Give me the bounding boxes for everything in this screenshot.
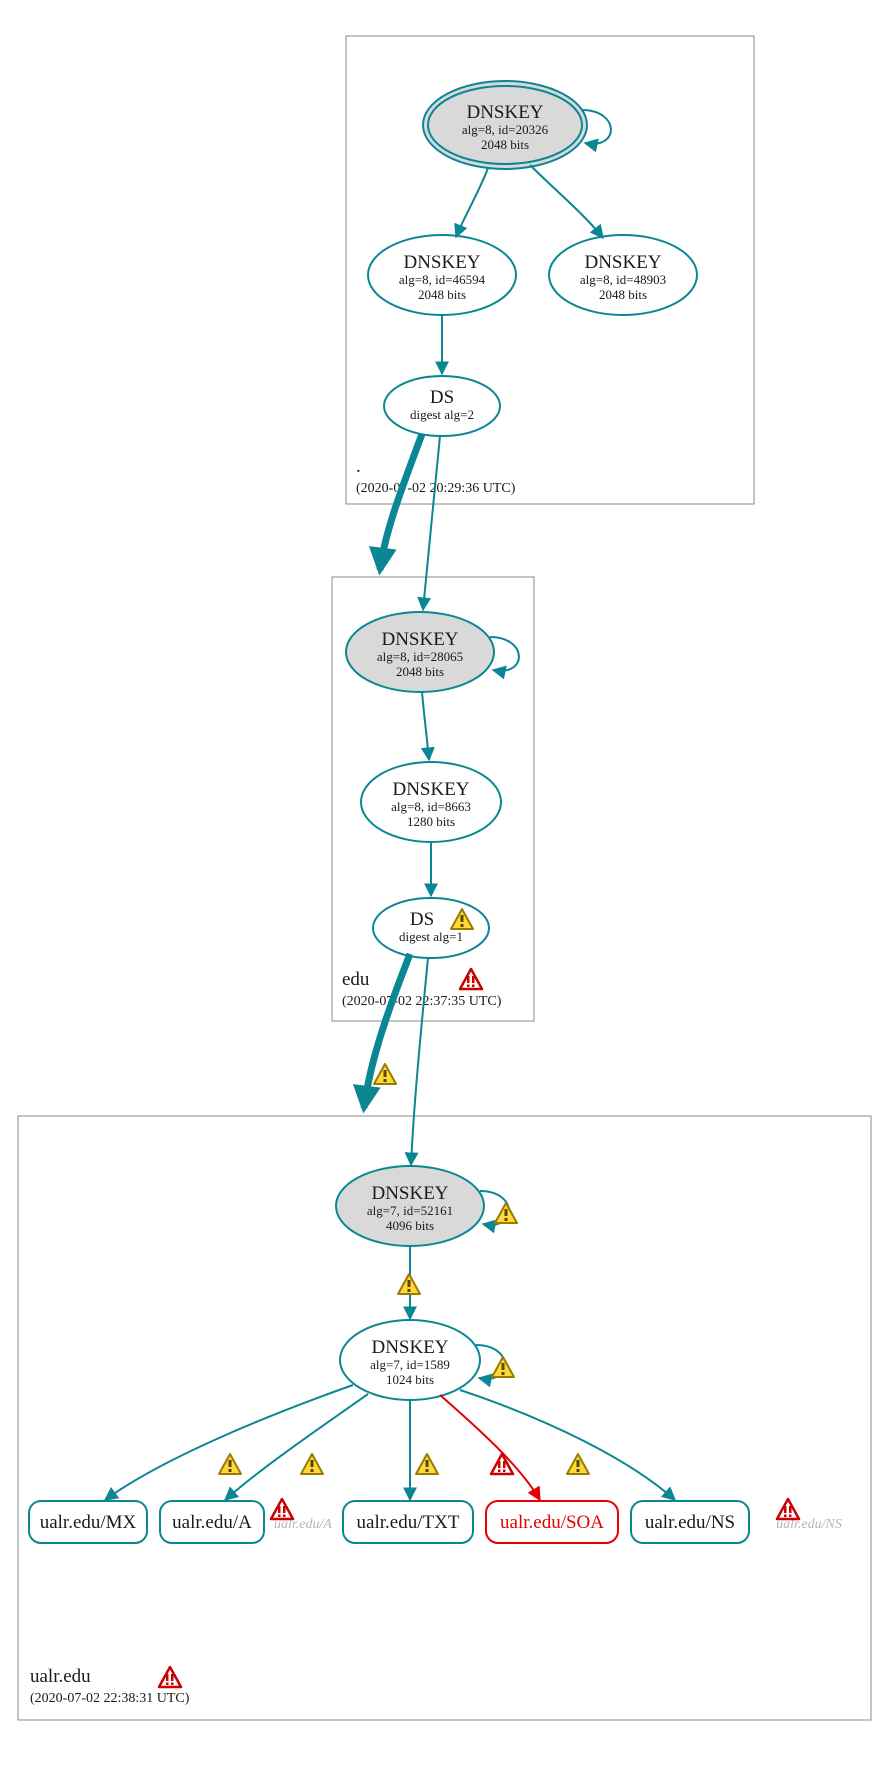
node-line3: 2048 bits (599, 287, 647, 302)
rrset-txt[interactable]: ualr.edu/TXT (343, 1501, 473, 1543)
error-icon (460, 969, 482, 989)
warning-icon (219, 1454, 241, 1474)
rrset-a[interactable]: ualr.edu/A (160, 1501, 264, 1543)
edge-eduds-ualrksk (411, 958, 428, 1165)
node-line3: 2048 bits (418, 287, 466, 302)
node-title: DNSKEY (371, 1183, 448, 1204)
rrset-mx[interactable]: ualr.edu/MX (29, 1501, 147, 1543)
rrset-label: ualr.edu/SOA (500, 1512, 604, 1533)
warning-icon (416, 1454, 438, 1474)
node-title: DNSKEY (392, 779, 469, 800)
edge-zsk-mx (105, 1385, 353, 1500)
node-line2: alg=8, id=48903 (580, 272, 666, 287)
node-line2: digest alg=2 (410, 407, 474, 422)
node-root-ksk[interactable]: DNSKEY alg=8, id=20326 2048 bits (423, 81, 587, 169)
node-ualr-zsk[interactable]: DNSKEY alg=7, id=1589 1024 bits (340, 1320, 480, 1400)
edge-rootds-eduksk (423, 436, 440, 610)
rrset-label: ualr.edu/NS (645, 1512, 735, 1533)
zone-label-root: . (356, 456, 361, 477)
edge-zsk-ns (460, 1390, 675, 1500)
warning-icon (398, 1274, 420, 1294)
edge-zsk-soa (440, 1395, 540, 1500)
rrset-soa[interactable]: ualr.edu/SOA (486, 1501, 618, 1543)
node-title: DNSKEY (381, 629, 458, 650)
warning-icon (492, 1357, 514, 1377)
edge-rootksk-zsk2 (530, 165, 603, 238)
node-line3: 1024 bits (386, 1372, 434, 1387)
node-root-zsk2[interactable]: DNSKEY alg=8, id=48903 2048 bits (549, 235, 697, 315)
node-line3: 4096 bits (386, 1218, 434, 1233)
node-line2: alg=7, id=1589 (370, 1357, 450, 1372)
zone-label-edu: edu (342, 969, 370, 990)
node-line2: alg=8, id=46594 (399, 272, 486, 287)
zone-time-ualr: (2020-07-02 22:38:31 UTC) (30, 1691, 190, 1706)
error-icon (777, 1499, 799, 1519)
edge-rootksk-zsk1 (456, 168, 488, 237)
node-line2: alg=8, id=8663 (391, 799, 471, 814)
node-line2: digest alg=1 (399, 929, 463, 944)
rrset-label: ualr.edu/A (172, 1512, 252, 1533)
node-line3: 1280 bits (407, 814, 455, 829)
rrset-ns[interactable]: ualr.edu/NS (631, 1501, 749, 1543)
node-root-zsk1[interactable]: DNSKEY alg=8, id=46594 2048 bits (368, 235, 516, 315)
node-title: DS (430, 387, 454, 408)
node-line3: 2048 bits (396, 664, 444, 679)
node-title: DNSKEY (371, 1337, 448, 1358)
edge-eduksk-eduzsk (422, 692, 429, 760)
warning-icon (495, 1203, 517, 1223)
edge-zsk-a (225, 1394, 368, 1500)
node-edu-zsk[interactable]: DNSKEY alg=8, id=8663 1280 bits (361, 762, 501, 842)
node-title: DS (410, 909, 434, 930)
node-ualr-ksk[interactable]: DNSKEY alg=7, id=52161 4096 bits (336, 1166, 484, 1246)
node-line2: alg=8, id=20326 (462, 122, 549, 137)
node-root-ds[interactable]: DS digest alg=2 (384, 376, 500, 436)
node-title: DNSKEY (584, 252, 661, 273)
warning-icon (567, 1454, 589, 1474)
error-icon (491, 1454, 513, 1474)
node-title: DNSKEY (403, 252, 480, 273)
warning-icon (301, 1454, 323, 1474)
zone-time-edu: (2020-07-02 22:37:35 UTC) (342, 994, 502, 1009)
zone-label-ualr: ualr.edu (30, 1666, 91, 1687)
rrset-label: ualr.edu/TXT (357, 1512, 460, 1533)
error-icon (271, 1499, 293, 1519)
node-line3: 2048 bits (481, 137, 529, 152)
edge-delegation-root-edu (380, 434, 422, 570)
node-edu-ksk[interactable]: DNSKEY alg=8, id=28065 2048 bits (346, 612, 494, 692)
node-line2: alg=7, id=52161 (367, 1203, 453, 1218)
node-line2: alg=8, id=28065 (377, 649, 463, 664)
warning-icon (374, 1064, 396, 1084)
error-icon (159, 1667, 181, 1687)
node-title: DNSKEY (466, 102, 543, 123)
rrset-label: ualr.edu/MX (40, 1512, 137, 1533)
